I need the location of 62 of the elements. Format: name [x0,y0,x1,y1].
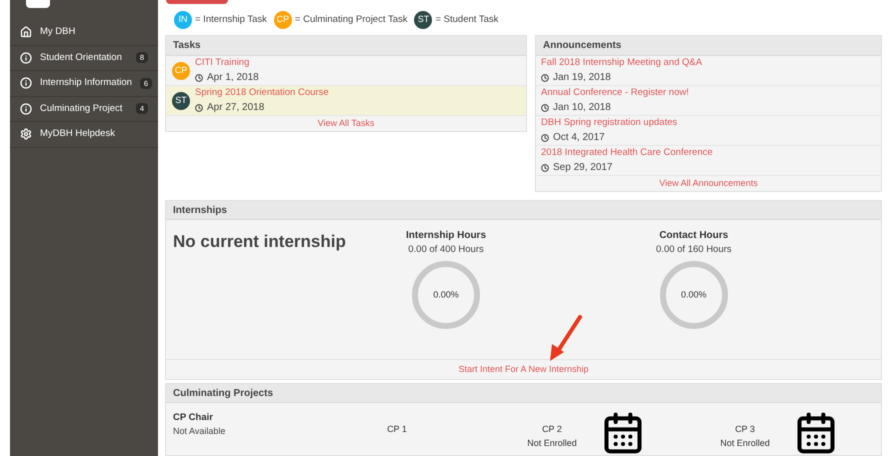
date-text: Apr 27, 2018 [207,101,264,116]
clock-icon [195,104,203,112]
internship-status: No current internship [173,231,347,253]
clock-icon [541,104,549,112]
cp-title: CP 2 [542,423,562,436]
cp-title: CP 3 [735,423,755,436]
sidebar-label: Internship Information [40,76,132,90]
meter-subtitle: 0.00 of 400 Hours [408,243,484,257]
announcement-link[interactable]: Annual Conference - Register now! [541,86,876,100]
meter-reading: 0.00% [433,290,459,301]
legend-label: = Culminating Project Task [294,12,408,26]
sidebar-label: Culminating Project [40,102,124,116]
cp-title: CP Chair [173,411,214,425]
cp-status: Not Available [173,425,226,438]
clock-icon [195,74,203,82]
task-link[interactable]: CITI Training [195,56,259,70]
meter-title: Contact Hours [659,229,728,243]
task-type-badge: ST [172,92,190,110]
task-type-badge: IN [174,10,192,29]
meter-reading: 0.00% [681,290,707,301]
info-icon [20,77,32,90]
date-text: Sep 29, 2017 [553,161,612,176]
panel-title: Culminating Projects [166,384,881,403]
clock-icon [541,164,549,172]
date-text: Apr 1, 2018 [207,71,259,86]
info-icon [20,102,32,115]
clock-icon [541,74,549,82]
announcement-link[interactable]: 2018 Integrated Health Care Conference [541,146,876,160]
sidebar-label: Student Orientation [40,50,123,65]
clock-icon [541,134,549,142]
cp-title: CP 1 [387,423,407,436]
panel-title: Tasks [166,36,526,56]
legend-label: = Internship Task [195,12,267,26]
sidebar-item[interactable]: My DBH [10,20,158,46]
task-type-badge: CP [172,62,190,80]
annotation-arrow [548,314,584,363]
task-row[interactable]: ST Spring 2018 Orientation Course Apr 27, 2018 [166,86,526,116]
settings-icon [20,128,32,140]
sidebar-label: My DBH [40,25,76,40]
date-text: Jan 19, 2018 [553,71,611,86]
task-type-badge: ST [414,10,432,29]
task-type-badge: CP [274,10,292,29]
info-icon [20,52,32,64]
date-text: Jan 10, 2018 [553,101,611,116]
task-link[interactable]: Spring 2018 Orientation Course [195,86,329,100]
panel-title: Announcements [536,36,881,56]
sidebar-item[interactable]: MyDBH Helpdesk [10,122,158,148]
sidebar-label: MyDBH Helpdesk [40,127,116,142]
cp-status: Not Enrolled [527,436,577,450]
legend-label: = Student Task [435,12,498,26]
view-all-link[interactable]: View All Tasks [318,116,374,130]
home-icon [20,26,32,38]
meter-title: Internship Hours [406,229,486,243]
date-text: Oct 4, 2017 [553,131,605,146]
menu-toggle-button[interactable] [166,0,228,4]
meter-subtitle: 0.00 of 160 Hours [656,243,732,257]
announcement-link[interactable]: Fall 2018 Internship Meeting and Q&A [541,56,876,70]
panel-title: Internships [166,201,881,220]
announcement-link[interactable]: DBH Spring registration updates [541,116,876,130]
view-all-link[interactable]: View All Announcements [659,176,758,190]
cp-status: Not Enrolled [720,436,770,450]
start-intent-link[interactable]: Start Intent For A New Internship [458,362,589,376]
